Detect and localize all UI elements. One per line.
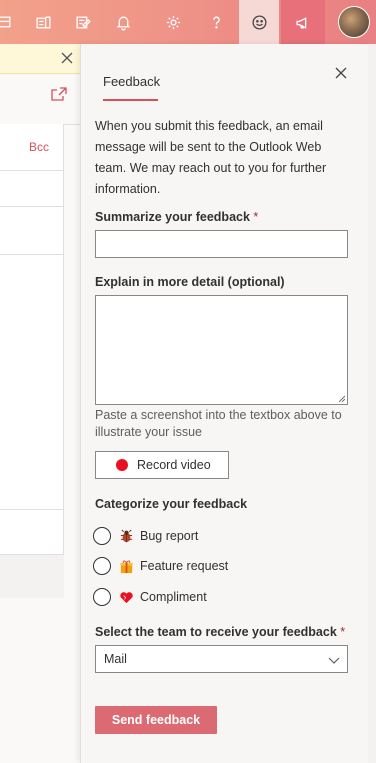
- bell-icon[interactable]: [103, 0, 143, 44]
- team-select[interactable]: Mail: [95, 645, 348, 673]
- bcc-button[interactable]: Bcc: [29, 140, 49, 154]
- scrollbar[interactable]: [368, 44, 376, 763]
- tab-feedback[interactable]: Feedback: [103, 74, 160, 89]
- team-label: Select the team to receive your feedback…: [95, 625, 346, 639]
- category-label: Feature request: [140, 559, 229, 573]
- required-mark: *: [253, 210, 259, 224]
- required-mark: *: [340, 625, 346, 639]
- feedback-smiley-icon[interactable]: [239, 0, 279, 44]
- compose-note-icon[interactable]: [63, 0, 103, 44]
- paste-hint: Paste a screenshot into the textbox abov…: [95, 408, 342, 439]
- category-label: Bug report: [140, 529, 199, 543]
- chevron-down-icon: [328, 657, 340, 664]
- divider: [0, 206, 64, 207]
- radio-bug-report[interactable]: Bug report: [93, 526, 198, 546]
- divider: [0, 509, 64, 510]
- summary-input[interactable]: [95, 230, 348, 258]
- feedback-panel: Feedback When you submit this feedback, …: [80, 44, 368, 763]
- detail-textarea[interactable]: [95, 295, 348, 405]
- radio-feature-request[interactable]: Feature request: [93, 556, 228, 576]
- pop-out-icon[interactable]: [50, 86, 68, 102]
- gift-icon: [120, 560, 133, 573]
- close-icon[interactable]: [60, 51, 74, 65]
- top-bar: [0, 0, 376, 44]
- record-label: Record video: [137, 458, 211, 472]
- divider: [0, 170, 64, 171]
- radio-button[interactable]: [93, 557, 111, 575]
- category-label: Compliment: [140, 590, 207, 604]
- radio-button[interactable]: [93, 588, 111, 606]
- resize-grip-icon[interactable]: [338, 395, 345, 402]
- heart-icon: [120, 591, 133, 603]
- record-dot-icon: [116, 459, 128, 471]
- settings-gear-icon[interactable]: [153, 0, 193, 44]
- compose-card: Bcc: [0, 124, 64, 598]
- bug-icon: [120, 529, 133, 542]
- office-icon[interactable]: [23, 0, 63, 44]
- avatar[interactable]: [338, 6, 370, 38]
- tab-underline: [103, 99, 158, 101]
- compose-pane: Bcc: [0, 44, 80, 763]
- send-feedback-button[interactable]: Send feedback: [95, 706, 217, 734]
- megaphone-icon[interactable]: [281, 0, 325, 44]
- radio-button[interactable]: [93, 527, 111, 545]
- help-icon[interactable]: [196, 0, 236, 44]
- radio-compliment[interactable]: Compliment: [93, 587, 207, 607]
- record-video-button[interactable]: Record video: [95, 451, 229, 479]
- detail-label: Explain in more detail (optional): [95, 275, 285, 289]
- close-icon[interactable]: [334, 66, 348, 80]
- info-banner: [0, 44, 80, 74]
- summary-label: Summarize your feedback *: [95, 210, 259, 224]
- compose-footer: [0, 554, 64, 598]
- app-launcher-partial-icon[interactable]: [0, 0, 24, 44]
- intro-text: When you submit this feedback, an email …: [95, 119, 327, 196]
- divider: [0, 254, 64, 255]
- categorize-label: Categorize your feedback: [95, 497, 248, 511]
- team-selected-value: Mail: [104, 652, 127, 666]
